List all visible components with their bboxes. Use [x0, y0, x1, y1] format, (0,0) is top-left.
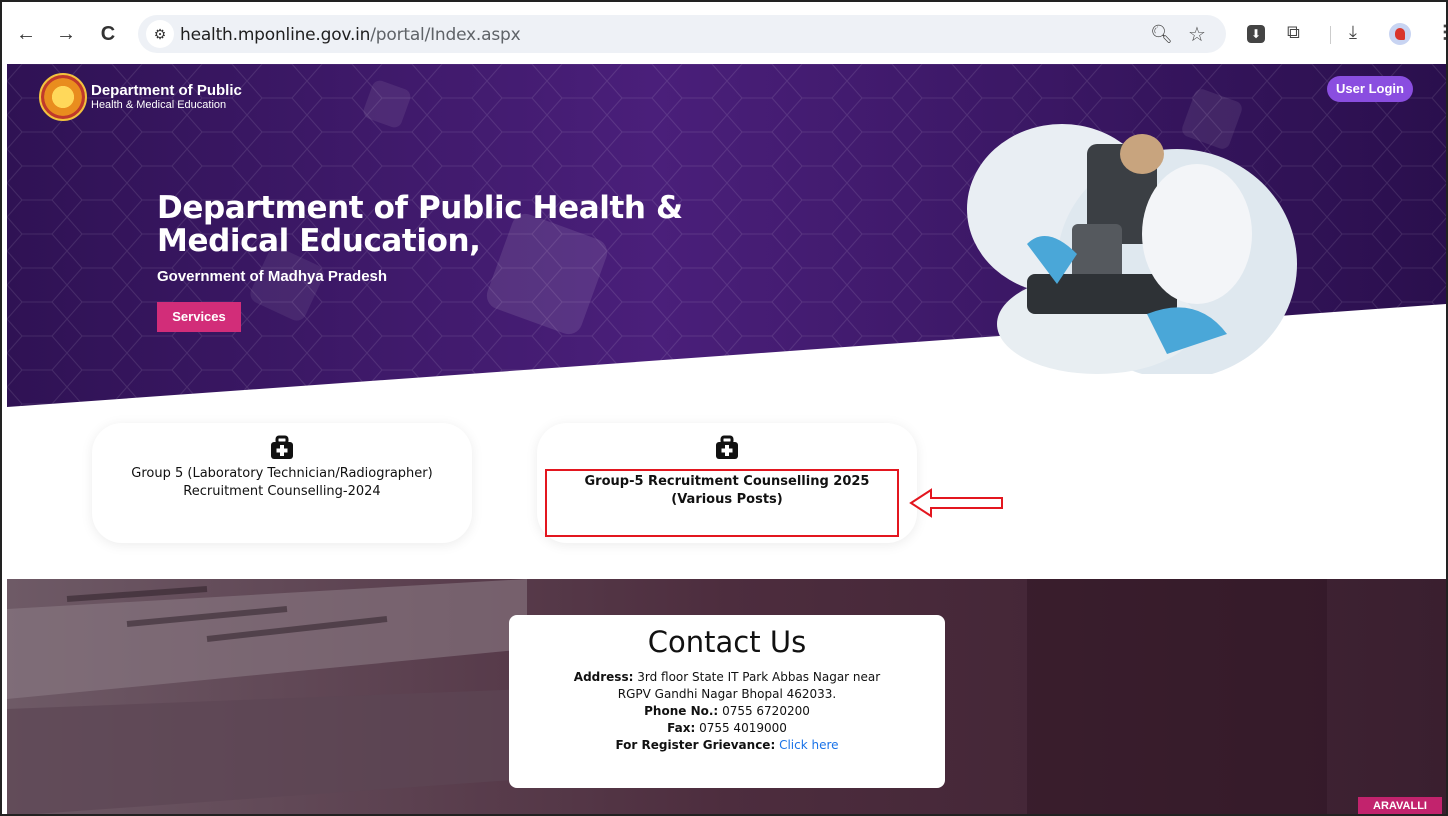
medical-kit-icon	[271, 435, 293, 459]
grievance-label: For Register Grievance:	[615, 738, 776, 752]
profile-avatar[interactable]	[1389, 23, 1411, 45]
hero-banner: Department of Public Health & Medical Ed…	[7, 64, 1446, 409]
menu-kebab-icon[interactable]: ⋮	[1436, 22, 1446, 43]
url-path: /portal/Index.aspx	[370, 25, 521, 45]
address-value: 3rd floor State IT Park Abbas Nagar near…	[617, 670, 881, 701]
phone-label: Phone No.:	[644, 704, 719, 718]
address-label: Address:	[573, 670, 634, 684]
grievance-link[interactable]: Click here	[779, 738, 838, 752]
contact-address: Address: 3rd floor State IT Park Abbas N…	[567, 669, 887, 703]
service-card-group5-2024[interactable]: Group 5 (Laboratory Technician/Radiograp…	[92, 423, 472, 543]
extension-download-icon[interactable]: ⬇	[1247, 25, 1265, 43]
forward-icon[interactable]: →	[54, 22, 78, 46]
site-settings-icon[interactable]: ⚙	[146, 20, 174, 48]
url-text[interactable]: health.mponline.gov.in/portal/Index.aspx	[180, 25, 521, 45]
aravalli-badge[interactable]: ARAVALLI	[1358, 797, 1442, 814]
toolbar-divider	[1330, 26, 1331, 44]
browser-toolbar: ← → C ⚙ health.mponline.gov.in/portal/In…	[2, 2, 1446, 64]
bookmark-star-icon[interactable]: ☆	[1188, 22, 1206, 47]
fax-value: 0755 4019000	[699, 721, 787, 735]
downloads-icon[interactable]: ⤓	[1349, 22, 1357, 43]
site-brand[interactable]: Department of Public Health & Medical Ed…	[39, 73, 242, 121]
mp-emblem-logo	[39, 73, 87, 121]
url-host: health.mponline.gov.in	[180, 25, 371, 45]
fax-label: Fax:	[667, 721, 696, 735]
service-card-label[interactable]: Group 5 (Laboratory Technician/Radiograp…	[112, 465, 452, 501]
user-login-button[interactable]: User Login	[1327, 76, 1413, 102]
address-bar[interactable]: ⚙ health.mponline.gov.in/portal/Index.as…	[138, 15, 1226, 53]
phone-value: 0755 6720200	[722, 704, 810, 718]
brand-line-2: Health & Medical Education	[91, 99, 227, 111]
brand-line-1: Department of Public	[91, 82, 242, 99]
contact-title: Contact Us	[647, 625, 807, 659]
zoom-icon[interactable]: 🔍︎	[1150, 24, 1173, 45]
lab-scientist-image	[967, 124, 1297, 374]
annotation-highlight-box	[545, 469, 899, 537]
medical-kit-icon	[716, 435, 738, 459]
contact-phone: Phone No.: 0755 6720200	[567, 703, 887, 720]
contact-fax: Fax: 0755 4019000	[567, 720, 887, 737]
services-button[interactable]: Services	[157, 302, 241, 332]
page-title: Department of Public Health & Medical Ed…	[157, 190, 683, 259]
extensions-puzzle-icon[interactable]: ⧉	[1287, 22, 1300, 43]
contact-us-card: Contact Us Address: 3rd floor State IT P…	[509, 615, 945, 788]
page-subtitle: Government of Madhya Pradesh	[157, 268, 388, 285]
back-icon[interactable]: ←	[14, 22, 38, 46]
reload-icon[interactable]: C	[96, 22, 120, 46]
contact-grievance: For Register Grievance: Click here	[567, 737, 887, 754]
screenshot-frame: ← → C ⚙ health.mponline.gov.in/portal/In…	[0, 0, 1448, 816]
annotation-left-arrow	[909, 488, 1003, 518]
